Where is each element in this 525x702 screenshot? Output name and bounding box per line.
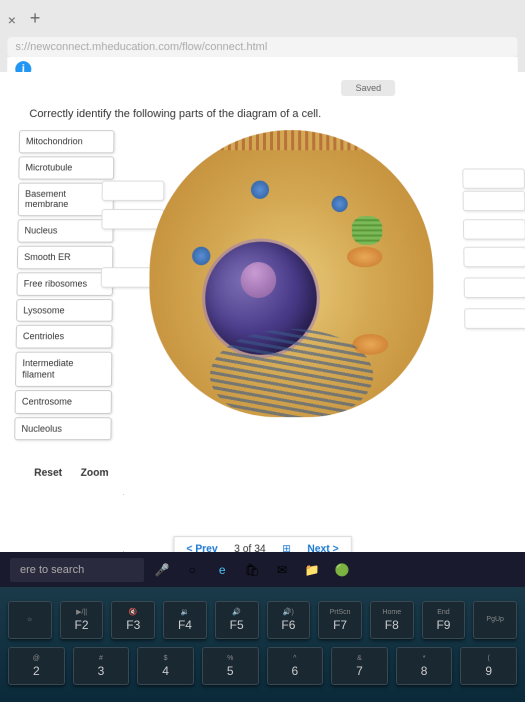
question-text: Correctly identify the following parts o… xyxy=(29,108,505,120)
label-intermediate-filament[interactable]: Intermediate filament xyxy=(15,352,112,387)
organelle-icon xyxy=(332,196,348,212)
key-7: &7 xyxy=(331,647,388,685)
label-nucleus[interactable]: Nucleus xyxy=(17,219,113,242)
key-f6: 🔊)F6 xyxy=(267,601,311,639)
content-area: Saved Correctly identify the following p… xyxy=(0,72,525,567)
dropzone[interactable] xyxy=(462,168,525,188)
tab-bar: × + xyxy=(8,4,518,33)
key-f5: 🔊F5 xyxy=(215,601,259,639)
dropzone[interactable] xyxy=(463,219,525,239)
nucleolus-icon xyxy=(241,262,277,298)
key-f2: ▶/||F2 xyxy=(60,601,104,639)
label-centrosome[interactable]: Centrosome xyxy=(15,390,112,414)
reset-button[interactable]: Reset xyxy=(34,467,62,479)
label-microtubule[interactable]: Microtubule xyxy=(18,156,114,179)
saved-badge: Saved xyxy=(342,80,396,96)
key-f3: 🔇F3 xyxy=(111,601,155,639)
mic-icon[interactable]: 🎤 xyxy=(150,558,174,582)
dropzone[interactable] xyxy=(102,181,165,201)
url-bar[interactable]: s://newconnect.mheducation.com/flow/conn… xyxy=(7,37,517,57)
label-lysosome[interactable]: Lysosome xyxy=(16,299,113,322)
zoom-button[interactable]: Zoom xyxy=(81,467,109,479)
cell-diagram[interactable] xyxy=(148,130,434,417)
key-2: @2 xyxy=(8,647,65,685)
diagram-controls: Reset Zoom xyxy=(34,467,511,479)
key-f9: EndF9 xyxy=(422,601,466,639)
explorer-icon[interactable]: 📁 xyxy=(300,558,324,582)
physical-keyboard: ☼ ▶/||F2 🔇F3 🔉F4 🔊F5 🔊)F6 PrtScnF7 HomeF… xyxy=(0,587,525,702)
label-mitochondrion[interactable]: Mitochondrion xyxy=(19,130,115,153)
er-icon xyxy=(210,329,374,417)
main-content: Mitochondrion Microtubule Basement membr… xyxy=(14,130,511,459)
golgi-icon xyxy=(352,216,383,245)
key-f8: HomeF8 xyxy=(370,601,414,639)
keyboard-row-2: @2 #3 $4 %5 ^6 &7 *8 (9 xyxy=(8,647,517,685)
mail-icon[interactable]: ✉ xyxy=(270,558,294,582)
dropzone[interactable] xyxy=(463,191,525,211)
key-pgup: PgUp xyxy=(473,601,517,639)
tab-close-icon[interactable]: × xyxy=(8,11,22,25)
label-basement-membrane[interactable]: Basement membrane xyxy=(18,182,114,216)
windows-taskbar: ere to search 🎤 ○ e 🛍 ✉ 📁 🟢 xyxy=(0,552,525,587)
diagram-area xyxy=(117,130,511,459)
taskbar-search[interactable]: ere to search xyxy=(10,558,144,582)
key-6: ^6 xyxy=(267,647,324,685)
keyboard-row-1: ☼ ▶/||F2 🔇F3 🔉F4 🔊F5 🔊)F6 PrtScnF7 HomeF… xyxy=(8,601,517,639)
edge-icon[interactable]: e xyxy=(210,558,234,582)
mitochondrion-icon xyxy=(347,247,383,267)
organelle-icon xyxy=(251,181,269,199)
dropzone[interactable] xyxy=(464,277,525,298)
key-f4: 🔉F4 xyxy=(163,601,207,639)
key-8: *8 xyxy=(396,647,453,685)
dropzone[interactable] xyxy=(464,308,525,329)
label-smooth-er[interactable]: Smooth ER xyxy=(17,246,113,269)
key-9: (9 xyxy=(460,647,517,685)
chrome-icon[interactable]: 🟢 xyxy=(330,558,354,582)
key-3: #3 xyxy=(73,647,130,685)
dropzone[interactable] xyxy=(101,209,164,229)
cortana-icon[interactable]: ○ xyxy=(180,558,204,582)
dropzone[interactable] xyxy=(463,247,525,267)
key-4: $4 xyxy=(137,647,194,685)
store-icon[interactable]: 🛍 xyxy=(240,558,264,582)
new-tab-button[interactable]: + xyxy=(30,8,41,29)
key-f7: PrtScnF7 xyxy=(318,601,362,639)
browser-chrome: × + s://newconnect.mheducation.com/flow/… xyxy=(0,0,525,72)
label-nucleolus[interactable]: Nucleolus xyxy=(14,417,112,441)
url-text: s://newconnect.mheducation.com/flow/conn… xyxy=(15,41,267,53)
key-f1: ☼ xyxy=(8,601,52,639)
label-free-ribosomes[interactable]: Free ribosomes xyxy=(16,272,113,295)
label-centrioles[interactable]: Centrioles xyxy=(16,325,113,349)
labels-column: Mitochondrion Microtubule Basement membr… xyxy=(14,130,115,459)
organelle-icon xyxy=(192,247,210,265)
key-5: %5 xyxy=(202,647,259,685)
